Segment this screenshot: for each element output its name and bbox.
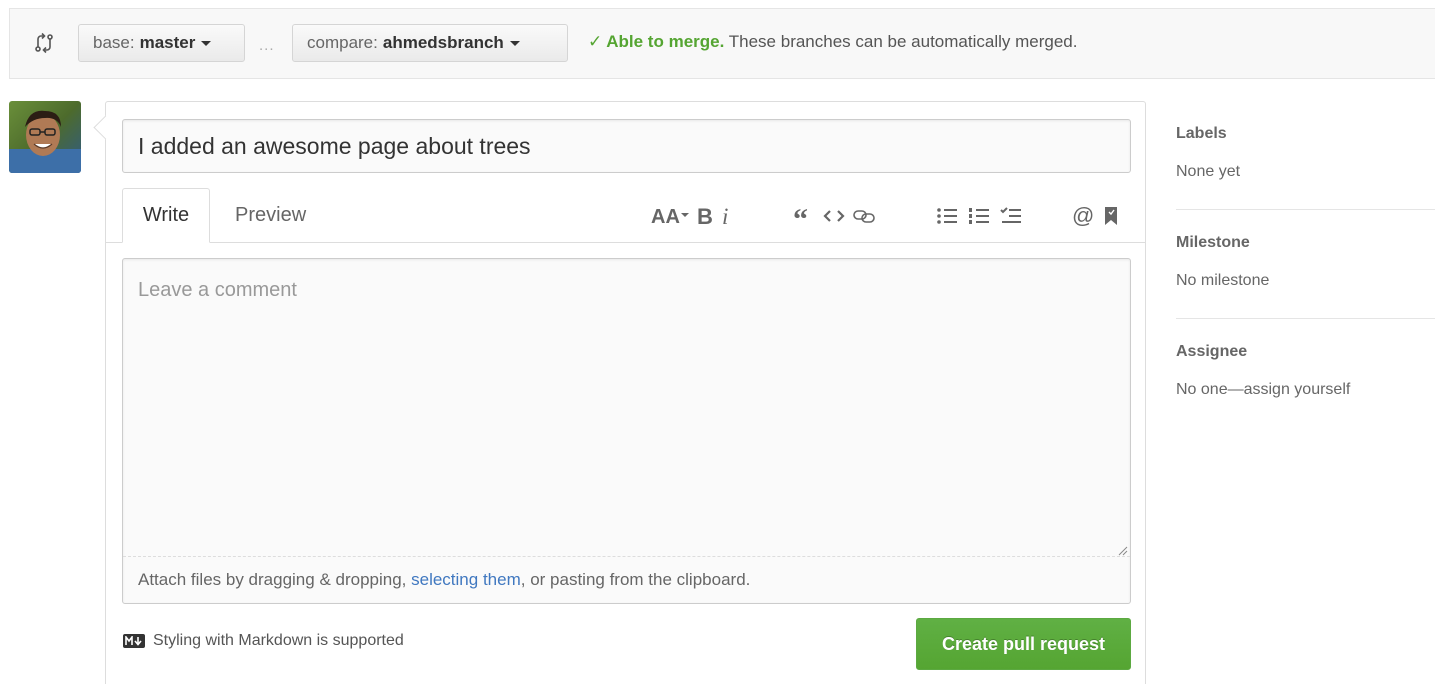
bold-icon[interactable]: B: [692, 200, 716, 232]
avatar[interactable]: [9, 101, 81, 173]
svg-text:i: i: [722, 206, 728, 226]
compare-branch-select[interactable]: compare: ahmedsbranch: [292, 24, 568, 62]
create-pull-request-button[interactable]: Create pull request: [916, 618, 1131, 670]
select-files-link[interactable]: selecting them: [411, 570, 521, 589]
tab-write[interactable]: Write: [122, 188, 210, 243]
code-icon[interactable]: [819, 200, 849, 232]
tab-preview-label: Preview: [235, 204, 307, 226]
merge-status-message: These branches can be automatically merg…: [728, 32, 1078, 51]
pull-request-form: Write Preview AA B i “: [105, 101, 1146, 684]
resize-handle-icon[interactable]: [1117, 543, 1128, 556]
sidebar-heading-assignee[interactable]: Assignee: [1176, 343, 1435, 361]
svg-text:AA: AA: [651, 206, 680, 226]
file-attach-bar[interactable]: Attach files by dragging & dropping, sel…: [123, 556, 1130, 603]
bullet-list-icon[interactable]: [931, 200, 963, 232]
pr-title-input[interactable]: [122, 119, 1131, 173]
link-icon[interactable]: [849, 200, 879, 232]
italic-icon[interactable]: i: [716, 200, 738, 232]
base-branch-name: master: [139, 33, 196, 52]
sidebar-value-labels: None yet: [1176, 163, 1241, 180]
bookmark-icon[interactable]: [1098, 200, 1124, 232]
sidebar-heading-milestone[interactable]: Milestone: [1176, 234, 1435, 252]
quote-icon[interactable]: “: [789, 200, 819, 232]
numbered-list-icon[interactable]: [963, 200, 995, 232]
svg-text:B: B: [697, 206, 712, 226]
markdown-icon: [123, 634, 145, 648]
tab-preview[interactable]: Preview: [235, 188, 306, 243]
sidebar-value-assignee[interactable]: No one—assign yourself: [1176, 381, 1435, 399]
task-list-icon[interactable]: [995, 200, 1027, 232]
sidebar-assignee: Assignee No one—assign yourself: [1176, 319, 1435, 428]
toolbar-extra: @: [1068, 200, 1124, 232]
chevron-down-icon: [201, 40, 212, 46]
toolbar-formatting: AA B i: [650, 200, 738, 232]
comment-input[interactable]: [123, 259, 1130, 556]
text-size-icon[interactable]: AA: [650, 200, 692, 232]
markdown-note: Styling with Markdown is supported: [123, 632, 404, 650]
git-compare-icon: [32, 31, 56, 55]
compare-bar: base: master ... compare: ahmedsbranch ✓…: [9, 8, 1435, 79]
base-branch-label: base:: [93, 33, 135, 52]
branch-separator: ...: [259, 37, 275, 54]
tab-write-label: Write: [142, 204, 190, 226]
markdown-note-text: Styling with Markdown is supported: [153, 632, 404, 649]
sidebar-value-milestone: No milestone: [1176, 272, 1270, 289]
attach-text-after: , or pasting from the clipboard.: [520, 570, 751, 589]
toolbar-blocks: “: [789, 200, 879, 232]
compare-branch-name: ahmedsbranch: [382, 33, 504, 52]
sidebar-labels: Labels None yet: [1176, 101, 1435, 210]
toolbar-lists: [931, 200, 1027, 232]
compare-branch-label: compare:: [307, 33, 378, 52]
comment-box: Attach files by dragging & dropping, sel…: [122, 258, 1131, 604]
sidebar: Labels None yet Milestone No milestone A…: [1176, 101, 1435, 428]
merge-status: ✓ Able to merge. These branches can be au…: [588, 32, 1077, 52]
merge-status-ok: Able to merge.: [606, 32, 725, 51]
mention-icon[interactable]: @: [1068, 200, 1098, 232]
base-branch-select[interactable]: base: master: [78, 24, 245, 62]
sidebar-milestone: Milestone No milestone: [1176, 210, 1435, 319]
svg-text:“: “: [793, 207, 808, 225]
chevron-down-icon: [509, 40, 520, 46]
sidebar-heading-labels[interactable]: Labels: [1176, 125, 1435, 143]
svg-text:@: @: [1072, 205, 1094, 227]
check-icon: ✓: [588, 32, 603, 51]
attach-text-before: Attach files by dragging & dropping,: [138, 570, 412, 589]
